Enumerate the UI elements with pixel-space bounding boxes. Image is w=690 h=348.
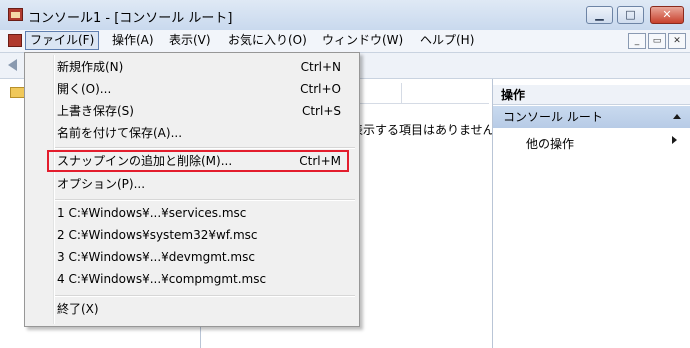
mdi-restore-button[interactable]: ▭: [648, 33, 666, 49]
menu-separator: [55, 295, 355, 297]
menu-view[interactable]: 表示(V): [165, 32, 215, 49]
menu-favorites[interactable]: お気に入り(O): [224, 32, 311, 49]
menu-item-new[interactable]: 新規作成(N): [57, 57, 123, 77]
menu-action[interactable]: 操作(A): [108, 32, 158, 49]
shortcut-open: Ctrl+O: [300, 82, 341, 96]
menu-item-open[interactable]: 開く(O)...: [57, 79, 111, 99]
menu-item-save-as[interactable]: 名前を付けて保存(A)...: [57, 123, 182, 143]
recent-file-3[interactable]: 3 C:¥Windows¥...¥devmgmt.msc: [57, 247, 255, 267]
minimize-button[interactable]: ▁: [586, 6, 613, 24]
collapse-arrow-icon[interactable]: [673, 114, 681, 119]
maximize-button[interactable]: □: [617, 6, 644, 24]
empty-message: 表示する項目はありません。: [351, 123, 507, 137]
menu-separator: [55, 199, 355, 201]
snapin-highlight-box: [47, 150, 349, 172]
mmc-app-icon: [8, 8, 23, 21]
back-arrow-icon[interactable]: [8, 59, 17, 71]
close-button[interactable]: ✕: [650, 6, 684, 24]
recent-file-4[interactable]: 4 C:¥Windows¥...¥compmgmt.msc: [57, 269, 266, 289]
menu-item-exit[interactable]: 終了(X): [57, 299, 99, 319]
mdi-minimize-button[interactable]: _: [628, 33, 646, 49]
shortcut-new: Ctrl+N: [300, 60, 341, 74]
menu-item-options[interactable]: オプション(P)...: [57, 174, 145, 194]
recent-file-2[interactable]: 2 C:¥Windows¥system32¥wf.msc: [57, 225, 258, 245]
window-title: コンソール1 - [コンソール ルート]: [28, 11, 233, 26]
file-menu-dropdown: 新規作成(N) Ctrl+N 開く(O)... Ctrl+O 上書き保存(S) …: [24, 52, 360, 327]
folder-icon[interactable]: [10, 87, 25, 98]
shortcut-save: Ctrl+S: [301, 104, 341, 118]
menu-file[interactable]: ファイル(F): [25, 31, 100, 50]
menu-separator: [55, 147, 355, 149]
document-icon[interactable]: [8, 34, 22, 47]
submenu-arrow-icon[interactable]: [672, 136, 677, 144]
action-pane-header: 操作: [493, 85, 690, 105]
menu-item-save[interactable]: 上書き保存(S): [57, 101, 134, 121]
mdi-close-button[interactable]: ✕: [668, 33, 686, 49]
more-actions-item[interactable]: 他の操作: [526, 135, 574, 152]
title-bar: コンソール1 - [コンソール ルート] ▁ □ ✕: [0, 0, 690, 30]
recent-file-1[interactable]: 1 C:¥Windows¥...¥services.msc: [57, 203, 246, 223]
column-divider[interactable]: [401, 83, 402, 103]
action-section-console-root[interactable]: コンソール ルート: [493, 106, 690, 128]
menu-bar: ファイル(F) 操作(A) 表示(V) お気に入り(O) ウィンドウ(W) ヘル…: [0, 30, 690, 53]
menu-help[interactable]: ヘルプ(H): [416, 32, 478, 49]
action-section-title: コンソール ルート: [503, 110, 603, 124]
menu-window[interactable]: ウィンドウ(W): [318, 32, 407, 49]
action-pane: 操作 コンソール ルート 他の操作: [492, 79, 690, 348]
